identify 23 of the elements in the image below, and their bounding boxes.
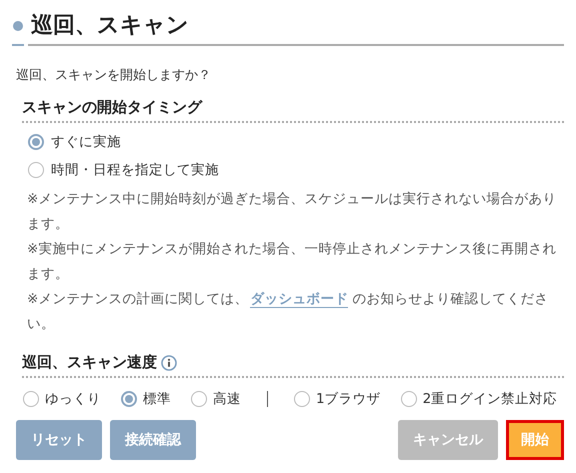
note-text: ※メンテナンスの計画に関しては、ダッシュボード のお知らせより確認してください。 [27, 290, 550, 334]
radio-button[interactable] [28, 134, 44, 150]
section-heading: スキャンの開始タイミング [22, 98, 564, 123]
radio-button[interactable] [294, 391, 310, 407]
info-icon[interactable] [161, 354, 177, 370]
radio-button[interactable] [400, 391, 417, 407]
note-text: ※メンテナンス中に開始時刻が過ぎた場合、スケジュールは実行されない場合があります。 [27, 190, 558, 234]
radio-button[interactable] [191, 391, 207, 407]
dialog-title: 巡回、スキャン [31, 12, 189, 40]
radio-option[interactable]: 高速 [191, 390, 241, 408]
bullet-icon [13, 21, 23, 31]
question-text: 巡回、スキャンを開始しますか？ [16, 67, 212, 84]
section-heading: 巡回、スキャン速度 [22, 353, 157, 372]
radio-option[interactable]: すぐに実施 [28, 133, 564, 151]
radio-option[interactable]: ゆっくり [23, 390, 101, 408]
radio-button[interactable] [23, 391, 39, 407]
radio-button[interactable] [121, 391, 137, 407]
note-text: ※実施中にメンテナンスが開始された場合、一時停止されメンテナンス後に再開されます。 [27, 240, 558, 284]
radio-option[interactable]: 標準 [121, 390, 171, 408]
radio-option[interactable]: 1ブラウザ [294, 390, 381, 408]
radio-button[interactable] [28, 162, 44, 178]
radio-option[interactable]: 時間・日程を指定して実施 [28, 161, 564, 179]
radio-option[interactable]: 2重ログイン禁止対応 [400, 390, 558, 408]
